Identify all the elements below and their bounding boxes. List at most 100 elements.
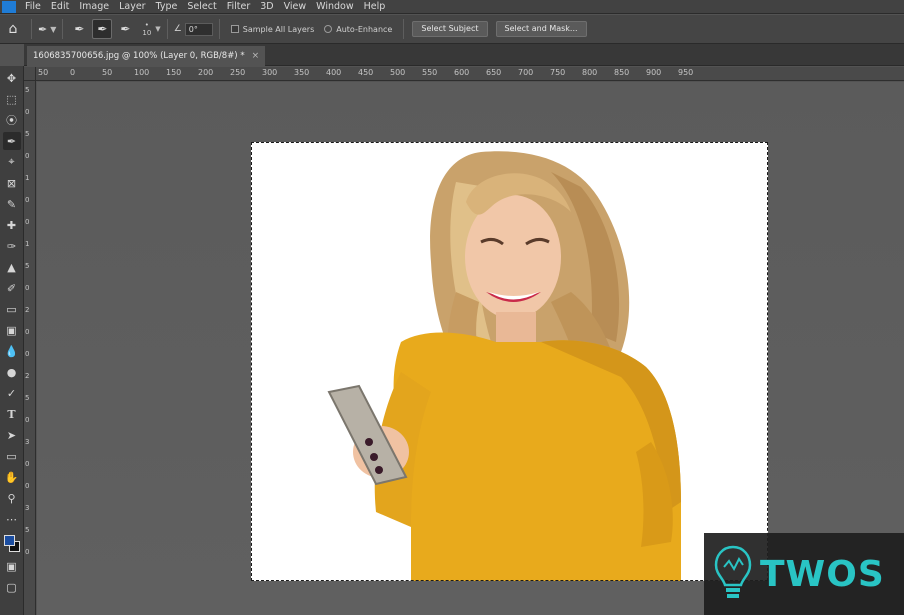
menu-view[interactable]: View <box>279 0 312 14</box>
frame-icon[interactable]: ⊠ <box>3 174 21 192</box>
photoshop-window: File Edit Image Layer Type Select Filter… <box>0 0 904 615</box>
selection-marquee <box>251 142 768 581</box>
foreground-color-swatch[interactable] <box>3 535 15 546</box>
menu-select[interactable]: Select <box>182 0 221 14</box>
select-subject-button[interactable]: Select Subject <box>412 21 488 37</box>
ruler-tick-label: 1 <box>25 240 30 248</box>
ruler-tick-label: 5 <box>25 394 30 402</box>
quick-mask-icon[interactable]: ▣ <box>3 557 21 575</box>
ruler-tick-label: 0 <box>25 328 30 336</box>
ruler-tick-label: 5 <box>25 526 30 534</box>
ruler-tick-label: 950 <box>678 68 694 77</box>
close-icon[interactable]: × <box>252 46 260 66</box>
menu-image[interactable]: Image <box>74 0 114 14</box>
ruler-tick-label: 850 <box>614 68 630 77</box>
ruler-tick-label: 0 <box>25 416 30 424</box>
gradient-icon[interactable]: ▣ <box>3 321 21 339</box>
subtract-from-selection-icon[interactable]: ✒ <box>115 19 135 39</box>
ruler-tick-label: 0 <box>25 548 30 556</box>
ruler-tick-label: 0 <box>25 350 30 358</box>
select-and-mask-button[interactable]: Select and Mask... <box>495 21 587 37</box>
hand-icon[interactable]: ✋ <box>3 468 21 486</box>
type-icon[interactable]: T <box>3 405 21 423</box>
add-to-selection-icon[interactable]: ✒ <box>92 19 113 39</box>
ruler-tick-label: 0 <box>25 460 30 468</box>
sample-all-layers-label: Sample All Layers <box>242 24 315 34</box>
lasso-icon[interactable]: ⦿ <box>3 111 21 129</box>
more-icon[interactable]: ⋯ <box>3 510 21 528</box>
ruler-origin[interactable] <box>24 67 36 81</box>
ruler-tick-label: 0 <box>70 68 76 77</box>
ruler-tick-label: 5 <box>25 86 30 94</box>
move-icon[interactable]: ✥ <box>3 69 21 87</box>
divider <box>166 19 168 39</box>
eraser-icon[interactable]: ▭ <box>3 300 21 318</box>
ruler-tick-label: 200 <box>198 68 214 77</box>
blur-icon[interactable]: 💧 <box>3 342 21 360</box>
ruler-tick-label: 5 <box>25 262 30 270</box>
menu-filter[interactable]: Filter <box>222 0 256 14</box>
ruler-tick-label: 350 <box>294 68 310 77</box>
rectangle-icon[interactable]: ▭ <box>3 447 21 465</box>
quick-selection-icon[interactable]: ✒ <box>2 132 21 150</box>
ruler-tick-label: 3 <box>25 504 30 512</box>
zoom-icon[interactable]: ⚲ <box>3 489 21 507</box>
ruler-tick-label: 500 <box>390 68 406 77</box>
quick-selection-preset-icon: ✒ <box>38 22 48 36</box>
ruler-tick-label: 250 <box>230 68 246 77</box>
dodge-icon[interactable]: ● <box>3 363 21 381</box>
menu-window[interactable]: Window <box>311 0 358 14</box>
checkbox-icon <box>230 25 239 33</box>
ruler-tick-label: 100 <box>134 68 150 77</box>
pen-icon[interactable]: ✓ <box>3 384 21 402</box>
menu-file[interactable]: File <box>20 0 46 14</box>
angle-input[interactable]: 0° <box>184 22 213 36</box>
ruler-tick-label: 700 <box>518 68 534 77</box>
crop-icon[interactable]: ⌖ <box>3 153 21 171</box>
ruler-tick-label: 50 <box>38 68 49 77</box>
document-tab-title: 1606835700656.jpg @ 100% (Layer 0, RGB/8… <box>33 51 245 61</box>
tool-preset-picker[interactable]: ✒ ▼ <box>38 23 56 36</box>
home-icon[interactable]: ⌂ <box>1 18 25 40</box>
new-selection-icon[interactable]: ✒ <box>69 19 89 39</box>
ruler-tick-label: 50 <box>102 68 113 77</box>
ruler-tick-label: 5 <box>25 130 30 138</box>
auto-enhance-checkbox[interactable]: Auto-Enhance <box>324 25 392 34</box>
ruler-tick-label: 150 <box>166 68 182 77</box>
healing-brush-icon[interactable]: ✚ <box>3 216 21 234</box>
ruler-tick-label: 450 <box>358 68 374 77</box>
menu-help[interactable]: Help <box>359 0 391 14</box>
ruler-tick-label: 0 <box>25 108 30 116</box>
watermark-text: TWOS <box>760 553 885 595</box>
screen-mode-icon[interactable]: ▢ <box>3 578 21 596</box>
horizontal-ruler[interactable]: 50 0 50 100 150 200 250 300 350 400 450 500 550 600 65… <box>24 67 904 81</box>
ruler-tick-label: 600 <box>454 68 470 77</box>
clone-stamp-icon[interactable]: ▲ <box>3 258 21 276</box>
history-brush-icon[interactable]: ✐ <box>3 279 21 297</box>
color-swatches[interactable] <box>3 534 21 554</box>
ruler-tick-label: 400 <box>326 68 342 77</box>
menu-type[interactable]: Type <box>151 0 183 14</box>
angle-control: ∠ 0° <box>174 22 213 36</box>
brush-icon[interactable]: ✑ <box>3 237 21 255</box>
document-tab[interactable]: 1606835700656.jpg @ 100% (Layer 0, RGB/8… <box>27 46 266 66</box>
ruler-tick-label: 0 <box>25 482 30 490</box>
document-tab-bar: 1606835700656.jpg @ 100% (Layer 0, RGB/8… <box>24 44 904 66</box>
ruler-tick-label: 900 <box>646 68 662 77</box>
brush-size-picker[interactable]: • 10 <box>142 21 151 37</box>
ruler-tick-label: 2 <box>25 306 30 314</box>
menu-layer[interactable]: Layer <box>114 0 151 14</box>
ruler-tick-label: 650 <box>486 68 502 77</box>
menu-3d[interactable]: 3D <box>255 0 278 14</box>
ruler-tick-label: 550 <box>422 68 438 77</box>
marquee-icon[interactable]: ⬚ <box>3 90 21 108</box>
eyedropper-icon[interactable]: ✎ <box>3 195 21 213</box>
path-selection-icon[interactable]: ➤ <box>3 426 21 444</box>
brush-size-value: 10 <box>142 29 152 37</box>
sample-all-layers-checkbox[interactable]: Sample All Layers <box>230 24 315 34</box>
vertical-ruler[interactable]: 5 0 5 0 1 0 0 1 5 0 2 0 0 2 5 0 3 0 0 3 5 0 <box>24 81 36 615</box>
chevron-down-icon[interactable]: ▼ <box>155 25 160 33</box>
ruler-tick-label: 0 <box>25 218 30 226</box>
ruler-tick-label: 2 <box>25 372 30 380</box>
menu-edit[interactable]: Edit <box>46 0 74 14</box>
